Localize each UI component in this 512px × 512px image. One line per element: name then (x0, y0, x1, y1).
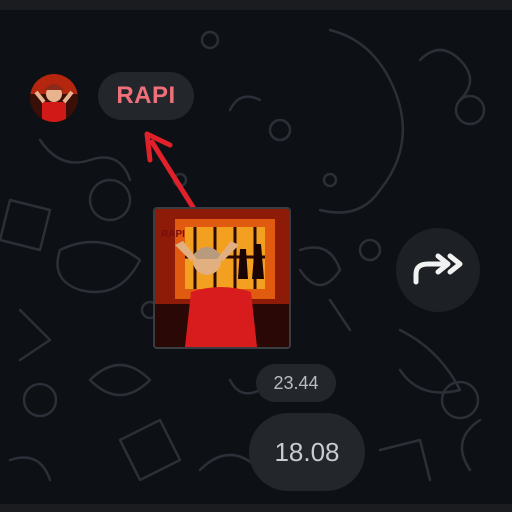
photo-message[interactable]: RAPI (153, 207, 291, 349)
rapper-avatar-icon (30, 74, 78, 122)
svg-text:RAPI: RAPI (161, 229, 185, 240)
sender-name-pill[interactable]: RAPI (98, 72, 194, 120)
sender-name: RAPI (116, 82, 176, 109)
message-time-badge: 23.44 (256, 364, 336, 402)
message-time-secondary: 18.08 (274, 436, 340, 467)
message-time-badge-secondary: 18.08 (249, 413, 365, 491)
photo-thumbnail-icon: RAPI (155, 209, 289, 347)
message-time: 23.44 (273, 372, 319, 393)
forward-button[interactable] (396, 228, 480, 312)
forward-icon (413, 253, 463, 285)
top-strip (0, 0, 512, 10)
bottom-strip (0, 504, 512, 512)
sender-avatar[interactable] (30, 74, 78, 122)
